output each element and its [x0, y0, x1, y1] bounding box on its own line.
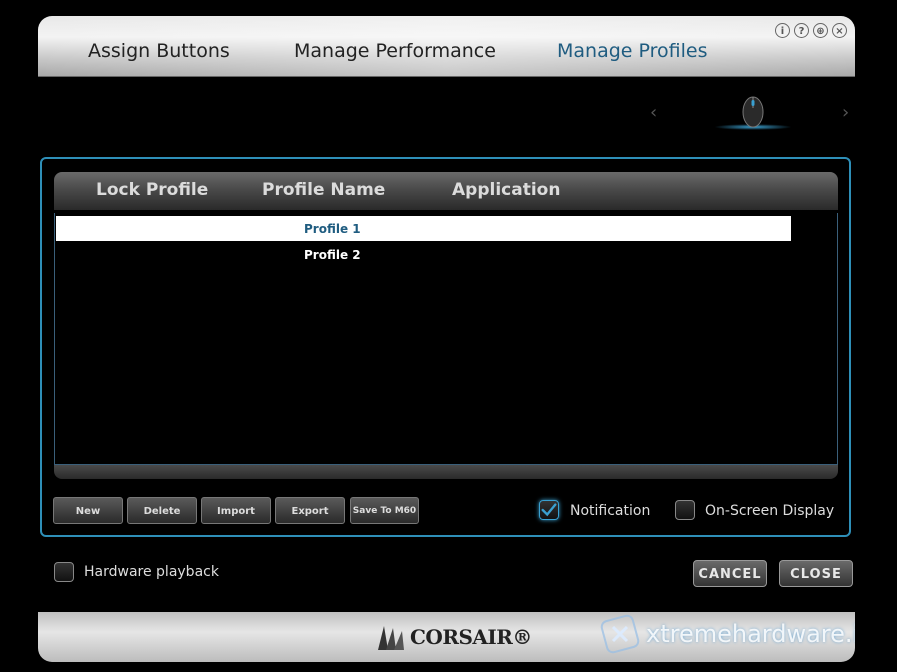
app-window: Assign Buttons Manage Performance Manage… — [38, 16, 855, 662]
import-profile-button[interactable]: Import — [201, 497, 271, 524]
column-lock-profile[interactable]: Lock Profile — [96, 180, 208, 200]
on-screen-display-checkbox[interactable] — [675, 500, 695, 520]
corsair-logo: CORSAIR® — [376, 622, 532, 652]
delete-profile-button[interactable]: Delete — [127, 497, 197, 524]
table-row[interactable]: Profile 1 — [56, 216, 791, 241]
info-icon[interactable]: i — [775, 23, 790, 38]
notification-checkbox[interactable] — [539, 500, 559, 520]
watermark-x-icon — [600, 614, 640, 654]
hardware-playback-checkbox[interactable] — [54, 562, 74, 582]
notification-label: Notification — [570, 503, 651, 519]
help-icon[interactable]: ? — [794, 23, 809, 38]
checkmark-icon — [541, 503, 557, 517]
watermark-text: xtremehardware.it — [646, 620, 855, 648]
column-profile-name[interactable]: Profile Name — [262, 180, 385, 200]
corsair-sails-icon — [378, 626, 404, 650]
list-footer — [54, 465, 838, 479]
close-icon[interactable]: × — [832, 23, 847, 38]
tab-manage-profiles[interactable]: Manage Profiles — [557, 40, 708, 62]
globe-icon[interactable]: ⊕ — [813, 23, 828, 38]
profile-name-cell: Profile 1 — [304, 222, 361, 236]
tab-manage-performance[interactable]: Manage Performance — [294, 40, 496, 62]
cancel-button[interactable]: CANCEL — [693, 560, 767, 587]
hardware-playback-label: Hardware playback — [84, 564, 219, 580]
new-profile-button[interactable]: New — [53, 497, 123, 524]
watermark: xtremehardware.it — [600, 614, 855, 654]
table-row[interactable]: Profile 2 — [56, 242, 791, 267]
window-controls: i ? ⊕ × — [775, 23, 847, 38]
profile-name-cell: Profile 2 — [304, 248, 361, 262]
save-to-device-button[interactable]: Save To M60 — [350, 497, 419, 524]
mouse-device-icon[interactable] — [738, 94, 768, 128]
on-screen-display-label: On-Screen Display — [705, 503, 835, 519]
tab-assign-buttons[interactable]: Assign Buttons — [88, 40, 230, 62]
export-profile-button[interactable]: Export — [275, 497, 345, 524]
next-device-arrow-icon[interactable]: › — [842, 102, 849, 123]
corsair-logo-text: CORSAIR® — [410, 625, 532, 649]
column-application[interactable]: Application — [452, 180, 560, 200]
prev-device-arrow-icon[interactable]: ‹ — [650, 102, 657, 123]
close-button[interactable]: CLOSE — [779, 560, 853, 587]
